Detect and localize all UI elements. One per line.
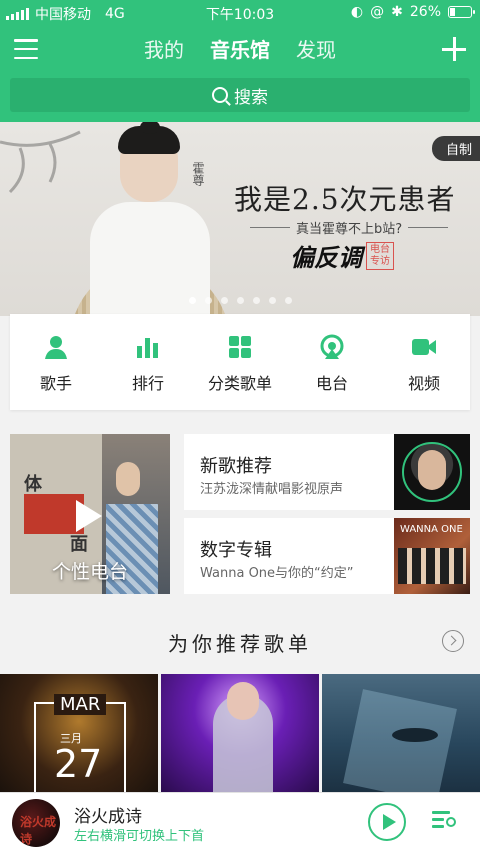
- carousel-dot[interactable]: [268, 297, 276, 304]
- brand-name: 偏反调: [290, 244, 362, 272]
- chart-icon: [137, 338, 158, 358]
- carousel-dot[interactable]: [252, 297, 260, 304]
- banner-brand: 偏反调 电台专访: [290, 238, 394, 273]
- singer-icon: [45, 336, 67, 359]
- grid-icon: [229, 336, 251, 358]
- app-header: 中国移动 4G 下午10:03 ◐ @ ✱ 26% 我的 音乐馆 发现 搜索: [0, 0, 480, 122]
- playlist-month: MAR: [54, 694, 107, 715]
- category-radio[interactable]: 电台: [286, 314, 378, 410]
- add-icon[interactable]: [442, 37, 466, 61]
- feature-subtitle: 汪苏泷深情献唱影视原声: [200, 482, 344, 497]
- bluetooth-icon: ✱: [391, 4, 403, 20]
- category-bar: 歌手 排行 分类歌单 电台 视频: [10, 314, 470, 410]
- play-icon[interactable]: [76, 500, 102, 532]
- artist-signature: 霍尊: [191, 162, 205, 186]
- feature-subtitle: Wanna One与你的“约定”: [200, 566, 354, 581]
- digital-album-card[interactable]: 数字专辑 Wanna One与你的“约定” WANNA ONE: [184, 518, 470, 594]
- top-nav: 我的 音乐馆 发现: [0, 30, 480, 70]
- carousel-dot[interactable]: [188, 297, 196, 304]
- digital-album-cover: WANNA ONE: [394, 518, 470, 594]
- video-icon: [412, 339, 436, 355]
- category-singer[interactable]: 歌手: [10, 314, 102, 410]
- feature-title: 新歌推荐: [200, 456, 272, 477]
- search-icon: [212, 87, 228, 103]
- carousel-dots: [0, 297, 480, 304]
- status-bar: 中国移动 4G 下午10:03 ◐ @ ✱ 26%: [0, 0, 480, 24]
- playlist-card[interactable]: [161, 674, 319, 792]
- search-placeholder: 搜索: [234, 87, 268, 108]
- new-songs-cover: [394, 434, 470, 510]
- ink-branch-decoration: [0, 130, 81, 194]
- play-button[interactable]: [368, 803, 406, 841]
- playlist-card[interactable]: [322, 674, 480, 792]
- battery-label: 26%: [409, 4, 441, 20]
- category-chart[interactable]: 排行: [102, 314, 194, 410]
- tab-music-hall[interactable]: 音乐馆: [210, 34, 270, 63]
- tab-discover[interactable]: 发现: [296, 34, 336, 63]
- brand-tag: 电台专访: [366, 241, 394, 270]
- playlist-queue-icon[interactable]: [432, 809, 456, 833]
- now-playing-cover[interactable]: 浴火成诗: [12, 799, 60, 847]
- carousel-dot[interactable]: [204, 297, 212, 304]
- battery-icon: [448, 6, 475, 18]
- nav-tabs: 我的 音乐馆 发现: [0, 34, 480, 63]
- self-made-badge: 自制: [431, 136, 480, 161]
- banner-subtitle: 真当霍尊不上b站?: [250, 218, 449, 237]
- category-playlist[interactable]: 分类歌单: [194, 314, 286, 410]
- feature-title: 数字专辑: [200, 540, 272, 561]
- carousel-dot[interactable]: [220, 297, 228, 304]
- rotation-lock-icon: ◐: [350, 4, 364, 20]
- recommend-title: 为你推荐歌单: [168, 632, 312, 656]
- category-video[interactable]: 视频: [378, 314, 470, 410]
- mini-player[interactable]: 浴火成诗 浴火成诗 左右横滑可切换上下首: [0, 792, 480, 853]
- radio-icon: [320, 334, 344, 359]
- now-playing-title: 浴火成诗: [74, 807, 142, 827]
- carousel-dot[interactable]: [284, 297, 292, 304]
- banner-title: 我是2.5次元患者: [234, 183, 456, 216]
- new-songs-card[interactable]: 新歌推荐 汪苏泷深情献唱影视原声: [184, 434, 470, 510]
- swipe-hint: 左右横滑可切换上下首: [74, 829, 205, 844]
- playlist-day: 27: [54, 742, 103, 786]
- carousel-dot[interactable]: [236, 297, 244, 304]
- personal-radio-card[interactable]: 体 面 个性电台: [10, 434, 170, 594]
- tab-mine[interactable]: 我的: [144, 34, 184, 63]
- playlist-card[interactable]: MAR 三月 27: [0, 674, 158, 792]
- promo-banner[interactable]: 霍尊 自制 我是2.5次元患者 真当霍尊不上b站? 偏反调 电台专访: [0, 122, 480, 316]
- alarm-icon: @: [370, 4, 385, 20]
- chevron-right-icon[interactable]: [442, 630, 464, 652]
- personal-radio-label: 个性电台: [51, 561, 128, 583]
- search-bar[interactable]: 搜索: [10, 78, 470, 112]
